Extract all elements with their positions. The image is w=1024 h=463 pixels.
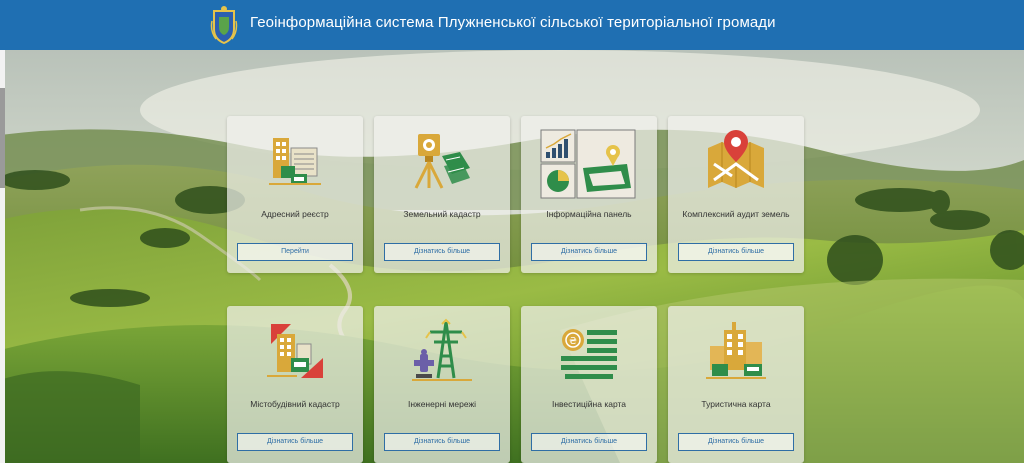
scrollbar[interactable] [0,88,5,188]
learn-more-button[interactable]: Дізнатись більше [678,243,794,261]
card-dashboard[interactable]: Інформаційна панель Дізнатись більше [521,116,657,273]
svg-text:₴: ₴ [569,336,577,347]
urban-planning-icon [267,324,323,378]
card-title: Інженерні мережі [407,399,477,409]
map-pin-audit-icon [708,130,764,188]
card-title: Інвестиційна карта [551,399,627,409]
page-title: Геоінформаційна система Плужненської сіл… [250,14,776,31]
card-tourist-map[interactable]: Туристична карта Дізнатись більше [668,306,804,463]
card-engineering-networks[interactable]: Інженерні мережі Дізнатись більше [374,306,510,463]
learn-more-button[interactable]: Дізнатись більше [384,433,500,451]
card-title: Земельний кадастр [403,209,481,219]
card-land-cadastre[interactable]: Земельний кадастр Дізнатись більше [374,116,510,273]
coat-of-arms-icon[interactable] [210,5,238,45]
learn-more-button[interactable]: Дізнатись більше [531,433,647,451]
card-title: Адресний реєстр [261,209,329,219]
theodolite-land-icon [414,134,470,189]
card-title: Комплексний аудит земель [682,209,790,219]
investment-coin-icon: ₴ [561,329,617,379]
card-land-audit[interactable]: Комплексний аудит земель Дізнатись більш… [668,116,804,273]
card-title: Туристична карта [701,399,771,409]
buildings-address-icon [269,138,321,185]
card-address-registry[interactable]: Адресний реєстр Перейти [227,116,363,273]
dashboard-icon [540,129,636,199]
learn-more-button[interactable]: Дізнатись більше [531,243,647,261]
power-tower-icon [412,318,472,381]
tourist-buildings-icon [706,322,766,379]
go-button[interactable]: Перейти [237,243,353,261]
landscape-background [0,50,1024,463]
header-bar: Геоінформаційна система Плужненської сіл… [0,0,1024,50]
card-title: Інформаційна панель [546,209,632,219]
card-urban-planning[interactable]: Містобудівний кадастр Дізнатись більше [227,306,363,463]
card-investment-map[interactable]: ₴ Інвестиційна карта Дізнатись більше [521,306,657,463]
learn-more-button[interactable]: Дізнатись більше [384,243,500,261]
card-title: Містобудівний кадастр [250,399,340,409]
learn-more-button[interactable]: Дізнатись більше [678,433,794,451]
learn-more-button[interactable]: Дізнатись більше [237,433,353,451]
